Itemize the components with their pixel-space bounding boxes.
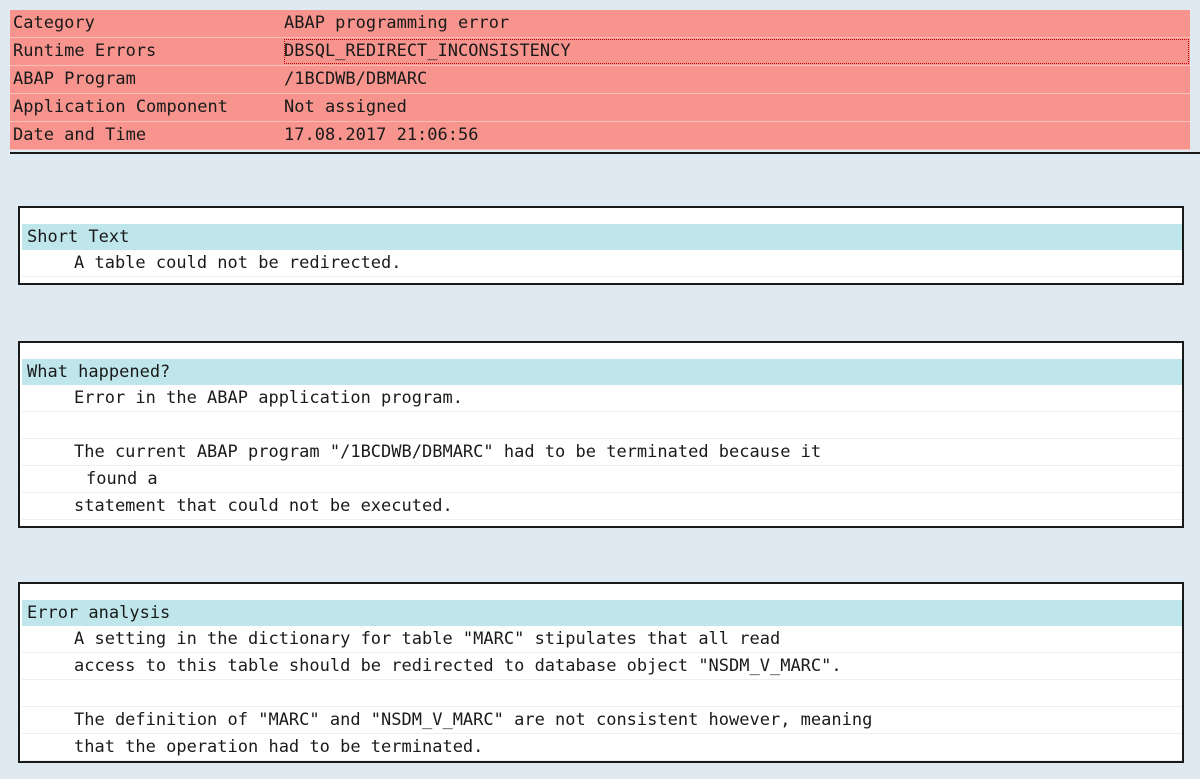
section-line[interactable]: found a <box>22 466 1182 493</box>
section-title: Error analysis <box>22 600 1182 626</box>
section-what-happened: What happened? Error in the ABAP applica… <box>18 341 1184 528</box>
section-short-text: Short Text A table could not be redirect… <box>18 206 1184 285</box>
section-line[interactable]: A table could not be redirected. <box>22 250 1182 277</box>
header-row-date-time: Date and Time 17.08.2017 21:06:56 <box>10 122 1190 150</box>
header-value[interactable]: Not assigned <box>284 94 407 121</box>
error-header: Category ABAP programming error Runtime … <box>10 10 1190 150</box>
section-line[interactable]: The current ABAP program "/1BCDWB/DBMARC… <box>22 439 1182 466</box>
section-line[interactable] <box>22 412 1182 439</box>
header-value[interactable]: ABAP programming error <box>284 10 509 37</box>
section-line[interactable]: Error in the ABAP application program. <box>22 385 1182 412</box>
header-value[interactable]: 17.08.2017 21:06:56 <box>284 122 478 149</box>
section-title: What happened? <box>22 359 1182 385</box>
section-line[interactable]: access to this table should be redirecte… <box>22 653 1182 680</box>
section-line[interactable]: The definition of "MARC" and "NSDM_V_MAR… <box>22 707 1182 734</box>
header-row-application-component: Application Component Not assigned <box>10 94 1190 122</box>
section-line[interactable]: that the operation had to be terminated. <box>22 734 1182 761</box>
header-value[interactable]: /1BCDWB/DBMARC <box>284 66 427 93</box>
header-key: Application Component <box>13 97 228 117</box>
section-line[interactable]: A setting in the dictionary for table "M… <box>22 626 1182 653</box>
header-key: Category <box>13 13 95 33</box>
header-row-abap-program: ABAP Program /1BCDWB/DBMARC <box>10 66 1190 94</box>
header-row-category: Category ABAP programming error <box>10 10 1190 38</box>
section-title: Short Text <box>22 224 1182 250</box>
section-line[interactable] <box>22 680 1182 707</box>
header-key: Date and Time <box>13 125 147 145</box>
header-key: Runtime Errors <box>13 41 157 61</box>
header-key: ABAP Program <box>13 69 136 89</box>
section-line[interactable]: statement that could not be executed. <box>22 493 1182 520</box>
header-divider <box>10 152 1200 154</box>
section-error-analysis: Error analysis A setting in the dictiona… <box>18 582 1184 763</box>
header-row-runtime-errors: Runtime Errors DBSQL_REDIRECT_INCONSISTE… <box>10 38 1190 66</box>
header-value-selected[interactable]: DBSQL_REDIRECT_INCONSISTENCY <box>283 38 1190 65</box>
